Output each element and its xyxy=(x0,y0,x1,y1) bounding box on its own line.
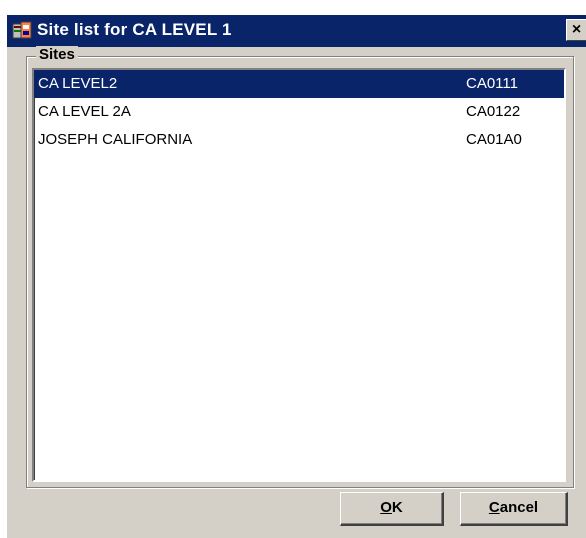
cancel-label: ancel xyxy=(499,499,539,516)
site-name: CA LEVEL 2A xyxy=(38,103,131,120)
ok-button[interactable]: OK xyxy=(340,492,444,526)
sites-group-label: Sites xyxy=(36,46,78,63)
cancel-accel: C xyxy=(488,499,500,516)
title-bar[interactable]: Site list for CA LEVEL 1 × xyxy=(7,15,586,47)
site-row[interactable]: CA LEVEL 2A CA0122 xyxy=(34,98,564,126)
ok-accel: O xyxy=(380,499,392,516)
site-code: CA01A0 xyxy=(466,131,522,148)
cancel-button[interactable]: Cancel xyxy=(460,492,568,526)
site-code: CA0122 xyxy=(466,103,521,120)
close-icon: × xyxy=(571,21,582,38)
ok-label: K xyxy=(391,499,403,516)
site-name: CA LEVEL2 xyxy=(38,75,118,92)
site-code: CA0111 xyxy=(466,75,518,92)
site-row[interactable]: CA LEVEL2 CA0111 xyxy=(34,70,564,98)
site-row[interactable]: JOSEPH CALIFORNIA CA01A0 xyxy=(34,126,564,154)
app-window-icon xyxy=(12,21,32,39)
close-button[interactable]: × xyxy=(566,19,586,41)
sites-listbox[interactable]: CA LEVEL2 CA0111 CA LEVEL 2A CA0122 JOSE… xyxy=(32,68,566,482)
window-title: Site list for CA LEVEL 1 xyxy=(37,20,232,39)
site-name: JOSEPH CALIFORNIA xyxy=(38,131,193,148)
